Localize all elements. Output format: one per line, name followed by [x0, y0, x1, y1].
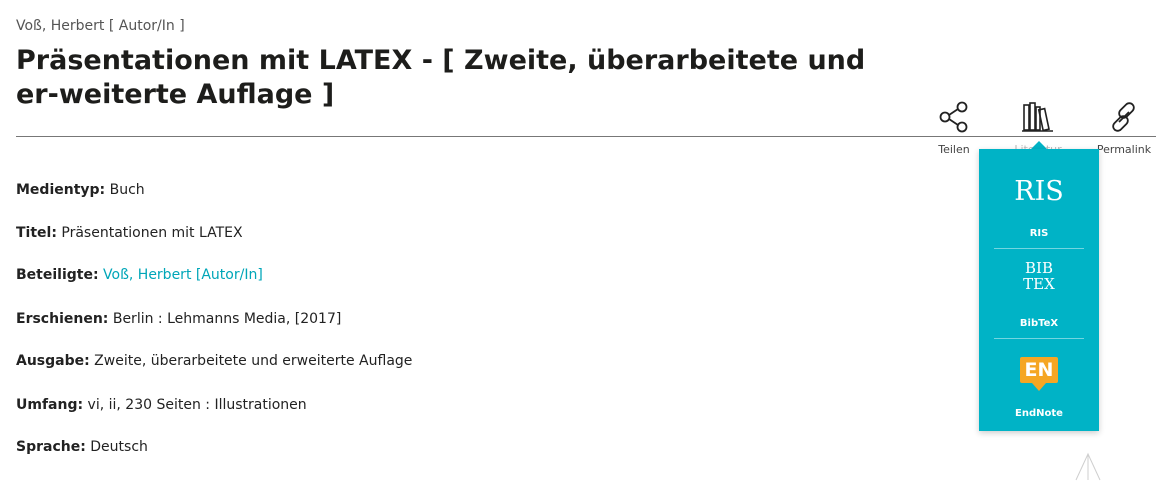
- books-icon: [1022, 102, 1053, 132]
- ris-label: RIS: [1029, 228, 1049, 239]
- page-title: Präsentationen mit LATEX - [ Zweite, übe…: [16, 45, 866, 110]
- share-button[interactable]: Teilen: [922, 100, 986, 156]
- bibtex-logo-bottom: TEX: [1023, 275, 1055, 293]
- detail-value: Präsentationen mit LATEX: [61, 225, 243, 241]
- detail-value: Zweite, überarbeitete und erweiterte Auf…: [94, 353, 413, 369]
- author-link[interactable]: Voß, Herbert [Autor/In]: [103, 267, 263, 283]
- detail-beteiligte: Beteiligte: Voß, Herbert [Autor/In]: [16, 267, 263, 283]
- bibtex-logo: BIB TEX: [1019, 261, 1059, 292]
- endnote-logo-tail: [1032, 383, 1046, 391]
- detail-erschienen: Erschienen: Berlin : Lehmanns Media, [20…: [16, 311, 341, 327]
- export-bibtex[interactable]: BIB TEX BibTeX: [979, 249, 1099, 338]
- ris-logo: RIS: [1014, 176, 1064, 207]
- endnote-label: EndNote: [1015, 408, 1063, 419]
- export-menu: RIS RIS BIB TEX BibTeX EN EndNote: [979, 149, 1099, 431]
- bibtex-label: BibTeX: [1019, 318, 1059, 329]
- detail-ausgabe: Ausgabe: Zweite, überarbeitete und erwei…: [16, 353, 412, 369]
- detail-value: vi, ii, 230 Seiten : Illustrationen: [87, 397, 307, 413]
- permalink-button[interactable]: Permalink: [1092, 100, 1156, 156]
- export-ris[interactable]: RIS RIS: [979, 149, 1099, 248]
- detail-sprache: Sprache: Deutsch: [16, 439, 148, 455]
- detail-value: Buch: [109, 182, 145, 198]
- detail-value: Deutsch: [90, 439, 148, 455]
- export-endnote[interactable]: EN EndNote: [979, 339, 1099, 431]
- detail-value: Berlin : Lehmanns Media, [2017]: [112, 311, 342, 327]
- detail-titel: Titel: Präsentationen mit LATEX: [16, 225, 243, 241]
- detail-label: Sprache:: [16, 439, 86, 455]
- permalink-label: Permalink: [1096, 143, 1152, 156]
- detail-label: Umfang:: [16, 397, 84, 413]
- detail-label: Ausgabe:: [16, 353, 90, 369]
- detail-label: Titel:: [16, 225, 57, 241]
- detail-label: Beteiligte:: [16, 267, 99, 283]
- detail-label: Erschienen:: [16, 311, 109, 327]
- endnote-logo: EN: [1020, 357, 1058, 383]
- detail-medientyp: Medientyp: Buch: [16, 182, 145, 198]
- author-line: Voß, Herbert [ Autor/In ]: [16, 18, 185, 34]
- share-icon: [939, 101, 968, 133]
- chevron-up-icon[interactable]: [1074, 452, 1102, 481]
- detail-label: Medientyp:: [16, 182, 106, 198]
- share-label: Teilen: [938, 143, 970, 156]
- bibtex-logo-top: BIB: [1025, 259, 1053, 277]
- link-icon: [1112, 102, 1135, 132]
- detail-umfang: Umfang: vi, ii, 230 Seiten : Illustratio…: [16, 397, 307, 413]
